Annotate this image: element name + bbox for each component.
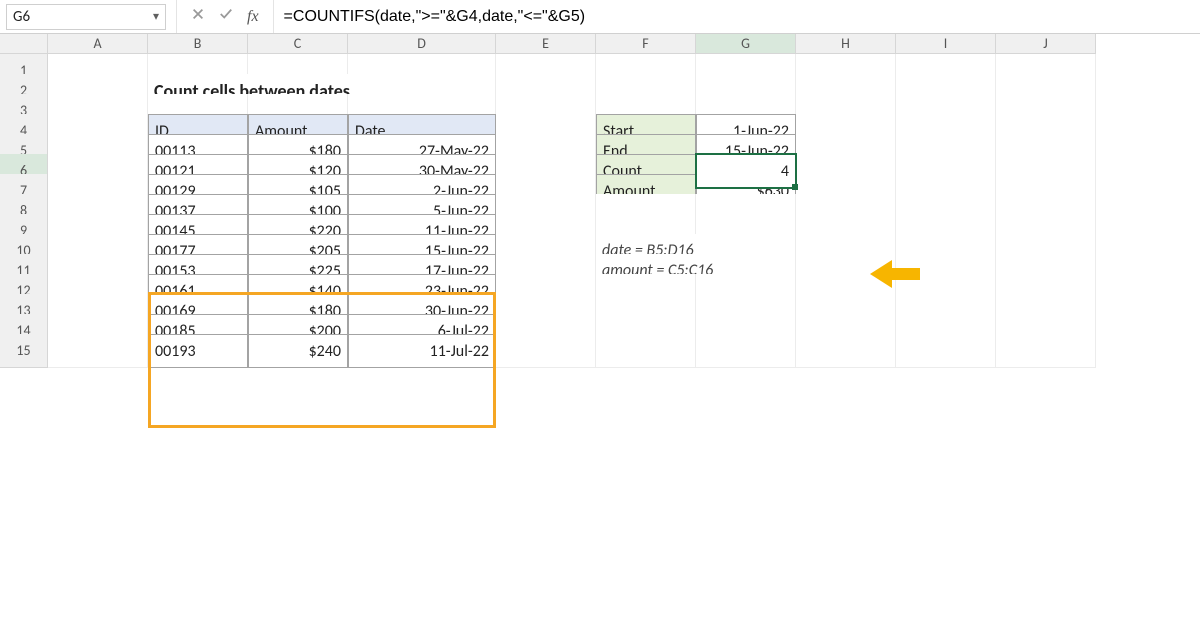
col-header-H[interactable]: H [796,34,896,54]
cell-J15[interactable] [996,334,1096,368]
cell-H15[interactable] [796,334,896,368]
name-box[interactable]: G6 ▾ [6,4,166,30]
confirm-icon[interactable] [219,7,233,26]
col-header-G[interactable]: G [696,34,796,54]
cell-G15[interactable] [696,334,796,368]
col-header-D[interactable]: D [348,34,496,54]
cell-F15[interactable] [596,334,696,368]
table-row[interactable]: 00193 [148,334,248,368]
table-row[interactable]: 11-Jul-22 [348,334,496,368]
col-header-F[interactable]: F [596,34,696,54]
col-header-J[interactable]: J [996,34,1096,54]
chevron-down-icon[interactable]: ▾ [153,9,159,24]
formula-bar: G6 ▾ fx [0,0,1200,34]
col-header-C[interactable]: C [248,34,348,54]
spreadsheet-grid[interactable]: A B C D E F G H I J 1 2 Count cells betw… [0,34,1200,354]
summary-count-value[interactable]: 4 [696,154,796,188]
cell-I15[interactable] [896,334,996,368]
row-header-15[interactable]: 15 [0,334,48,368]
col-header-A[interactable]: A [48,34,148,54]
select-all-corner[interactable] [0,34,48,54]
col-header-B[interactable]: B [148,34,248,54]
cancel-icon[interactable] [191,7,205,26]
table-row[interactable]: $240 [248,334,348,368]
formula-bar-buttons: fx [176,0,274,33]
col-header-E[interactable]: E [496,34,596,54]
name-box-value: G6 [13,8,30,26]
cell-A15[interactable] [48,334,148,368]
cell-E15[interactable] [496,334,596,368]
fx-icon[interactable]: fx [247,8,259,26]
arrow-icon [870,260,920,288]
formula-input[interactable] [274,0,1200,33]
col-header-I[interactable]: I [896,34,996,54]
